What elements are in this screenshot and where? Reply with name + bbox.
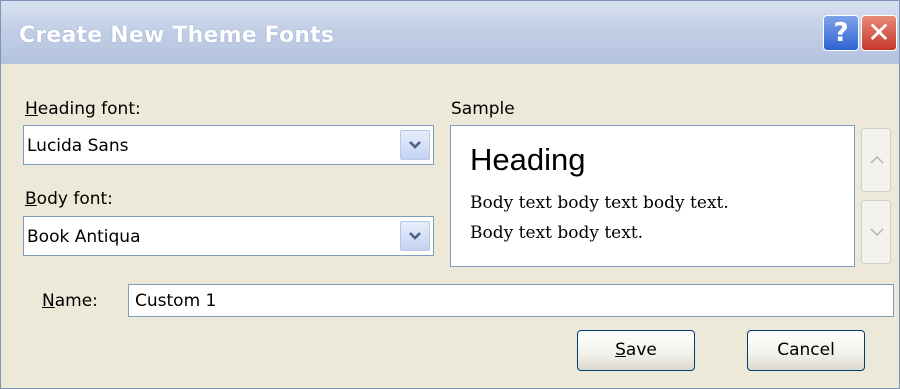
close-icon: ✕ bbox=[867, 16, 891, 49]
body-font-label: Body font: bbox=[25, 189, 113, 209]
name-label: Name: bbox=[42, 291, 98, 311]
body-font-select[interactable]: Book Antiqua bbox=[23, 216, 434, 256]
heading-font-select[interactable]: Lucida Sans bbox=[23, 125, 434, 165]
help-button[interactable]: ? bbox=[823, 15, 859, 51]
name-input-value: Custom 1 bbox=[135, 291, 217, 311]
chevron-down-icon bbox=[409, 141, 421, 149]
sample-body-line-1: Body text body text body text. bbox=[470, 193, 729, 213]
sample-scroll-up-button[interactable] bbox=[861, 128, 891, 192]
close-button[interactable]: ✕ bbox=[861, 15, 897, 51]
chevron-down-icon bbox=[409, 232, 421, 240]
sample-scroll-down-button[interactable] bbox=[861, 200, 891, 264]
body-font-dropdown-button[interactable] bbox=[400, 221, 430, 251]
dialog-title: Create New Theme Fonts bbox=[19, 23, 335, 48]
heading-font-label: Heading font: bbox=[25, 99, 141, 119]
name-input[interactable]: Custom 1 bbox=[128, 284, 894, 317]
save-button[interactable]: Save bbox=[577, 330, 695, 371]
cancel-button[interactable]: Cancel bbox=[747, 330, 865, 371]
sample-preview: Heading Body text body text body text. B… bbox=[450, 125, 855, 267]
heading-font-dropdown-button[interactable] bbox=[400, 130, 430, 160]
dialog-window: Create New Theme Fonts ? ✕ Heading font:… bbox=[0, 0, 900, 389]
chevron-down-icon bbox=[870, 228, 884, 236]
chevron-up-icon bbox=[870, 156, 884, 164]
sample-body-line-2: Body text body text. bbox=[470, 223, 644, 243]
title-bar[interactable]: Create New Theme Fonts ? ✕ bbox=[1, 1, 899, 64]
question-icon: ? bbox=[833, 18, 849, 48]
sample-label: Sample bbox=[451, 99, 515, 119]
body-font-value: Book Antiqua bbox=[27, 227, 141, 247]
sample-heading-text: Heading bbox=[470, 142, 586, 177]
heading-font-value: Lucida Sans bbox=[27, 136, 129, 156]
